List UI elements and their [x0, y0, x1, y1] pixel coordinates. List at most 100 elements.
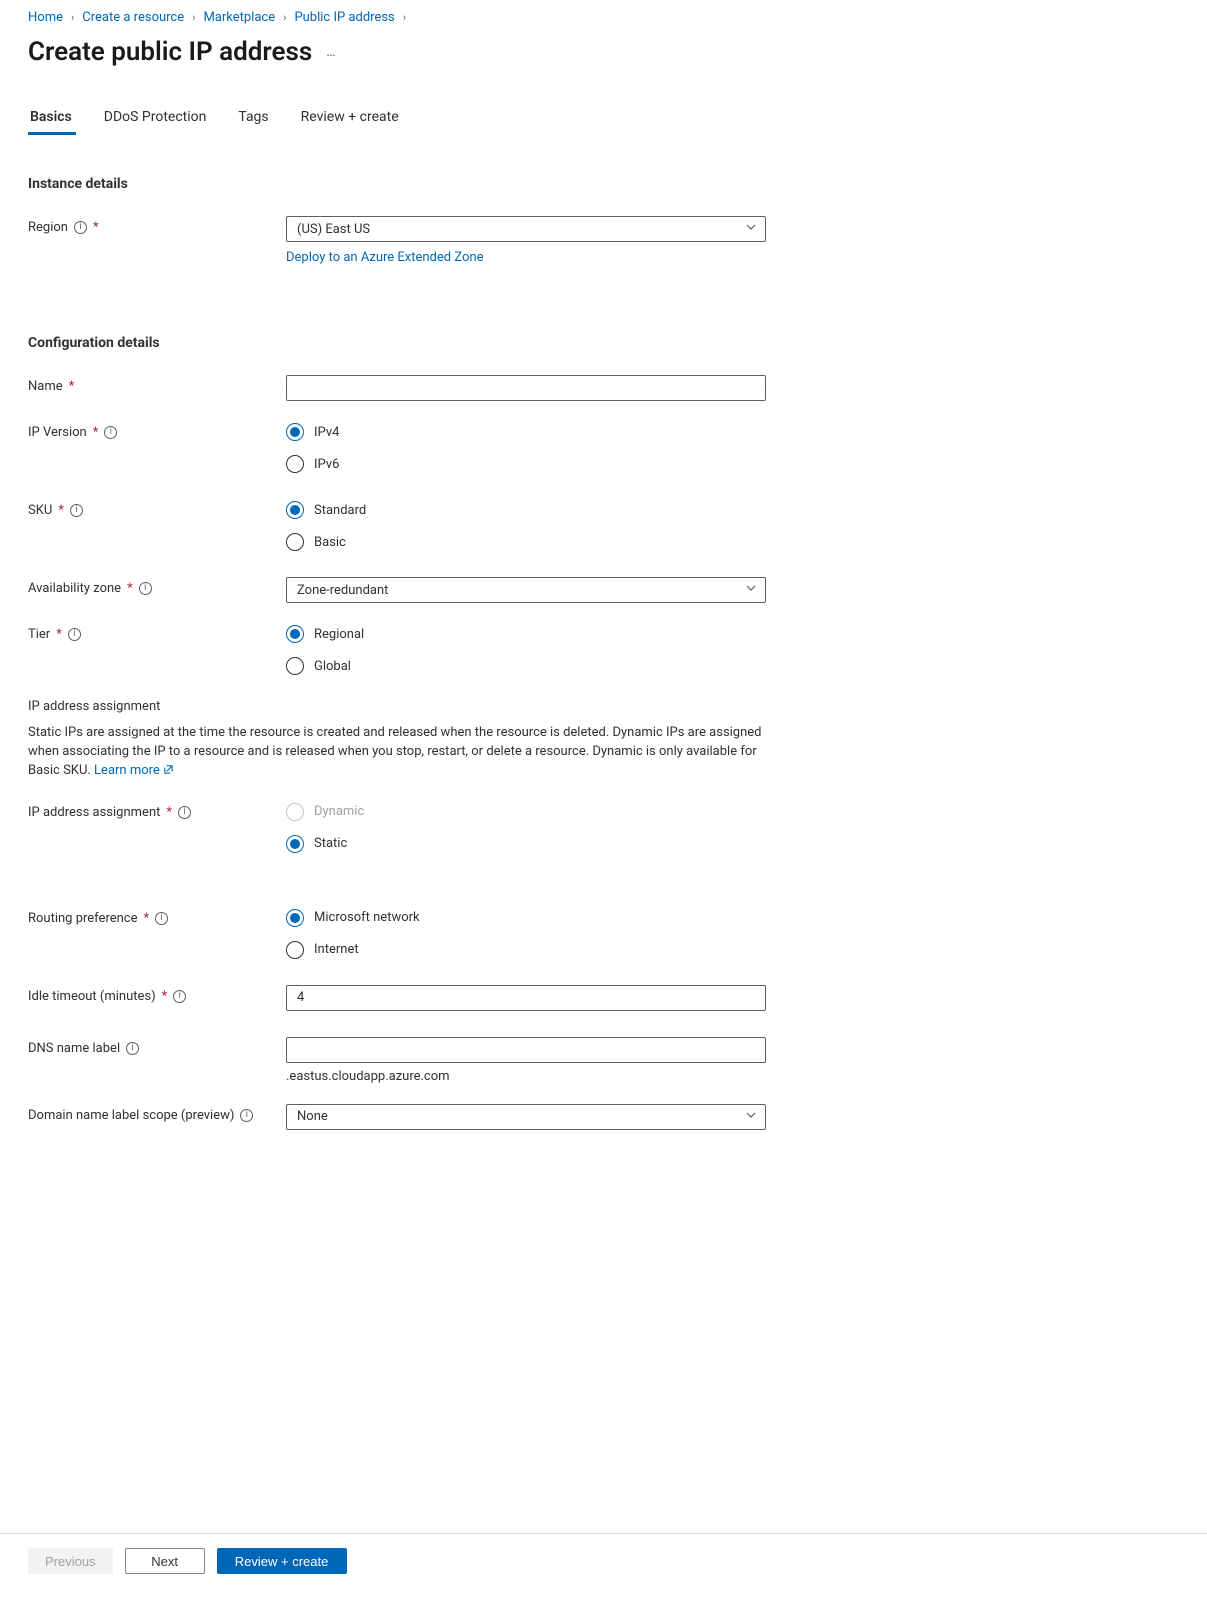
- info-icon[interactable]: i: [68, 628, 81, 641]
- tab-ddos-protection[interactable]: DDoS Protection: [102, 103, 209, 133]
- chevron-right-icon: ›: [192, 11, 195, 24]
- info-icon[interactable]: i: [104, 426, 117, 439]
- page-title: Create public IP address: [28, 37, 312, 67]
- radio-routing-internet[interactable]: Internet: [286, 941, 766, 959]
- breadcrumb-home[interactable]: Home: [28, 10, 63, 25]
- learn-more-link[interactable]: Learn more: [94, 763, 174, 778]
- previous-button[interactable]: Previous: [28, 1548, 113, 1574]
- radio-label: IPv6: [314, 457, 339, 472]
- footer: Previous Next Review + create: [0, 1533, 1207, 1600]
- radio-icon: [286, 803, 304, 821]
- radio-label: Global: [314, 659, 351, 674]
- radio-tier-regional[interactable]: Regional: [286, 625, 766, 643]
- more-icon[interactable]: …: [326, 44, 337, 60]
- dns-name-label-label: DNS name label: [28, 1041, 120, 1056]
- tabs: Basics DDoS Protection Tags Review + cre…: [28, 103, 1179, 134]
- chevron-down-icon: [745, 221, 757, 237]
- region-label: Region: [28, 220, 68, 235]
- radio-label: Regional: [314, 627, 364, 642]
- review-create-button[interactable]: Review + create: [217, 1548, 347, 1574]
- radio-label: Static: [314, 836, 347, 851]
- tab-tags[interactable]: Tags: [236, 103, 270, 133]
- ip-assignment-help-text: Static IPs are assigned at the time the …: [28, 724, 768, 781]
- required-icon: *: [93, 220, 99, 235]
- info-icon[interactable]: i: [74, 221, 87, 234]
- radio-label: Basic: [314, 535, 346, 550]
- radio-icon: [286, 533, 304, 551]
- region-select[interactable]: (US) East US: [286, 216, 766, 242]
- required-icon: *: [56, 627, 62, 642]
- external-link-icon: [163, 763, 174, 774]
- required-icon: *: [166, 805, 172, 820]
- radio-label: Microsoft network: [314, 910, 420, 925]
- breadcrumb-create-resource[interactable]: Create a resource: [82, 10, 184, 25]
- radio-ipv6[interactable]: IPv6: [286, 455, 766, 473]
- ip-assignment-label: IP address assignment: [28, 805, 160, 820]
- chevron-right-icon: ›: [71, 11, 74, 24]
- info-icon[interactable]: i: [126, 1042, 139, 1055]
- availability-zone-select[interactable]: Zone-redundant: [286, 577, 766, 603]
- radio-icon: [286, 455, 304, 473]
- radio-ipv4[interactable]: IPv4: [286, 423, 766, 441]
- required-icon: *: [127, 581, 133, 596]
- radio-icon: [286, 501, 304, 519]
- radio-label: Standard: [314, 503, 366, 518]
- ip-assignment-sub-heading: IP address assignment: [28, 699, 1179, 714]
- tab-basics[interactable]: Basics: [28, 103, 74, 133]
- section-instance-details: Instance details: [28, 170, 1179, 192]
- radio-icon: [286, 941, 304, 959]
- routing-preference-label: Routing preference: [28, 911, 138, 926]
- info-icon[interactable]: i: [178, 806, 191, 819]
- tier-label: Tier: [28, 627, 50, 642]
- name-input[interactable]: [286, 375, 766, 401]
- chevron-right-icon: ›: [283, 11, 286, 24]
- idle-timeout-input[interactable]: 4: [286, 985, 766, 1011]
- availability-zone-label: Availability zone: [28, 581, 121, 596]
- radio-assignment-dynamic: Dynamic: [286, 803, 766, 821]
- sku-label: SKU: [28, 503, 52, 518]
- required-icon: *: [162, 989, 168, 1004]
- radio-sku-standard[interactable]: Standard: [286, 501, 766, 519]
- region-selected-value: (US) East US: [297, 222, 370, 237]
- required-icon: *: [93, 425, 99, 440]
- ip-version-label: IP Version: [28, 425, 87, 440]
- info-icon[interactable]: i: [173, 990, 186, 1003]
- radio-sku-basic[interactable]: Basic: [286, 533, 766, 551]
- info-icon[interactable]: i: [155, 912, 168, 925]
- breadcrumb: Home › Create a resource › Marketplace ›…: [28, 10, 1179, 25]
- chevron-right-icon: ›: [403, 11, 406, 24]
- info-icon[interactable]: i: [240, 1109, 253, 1122]
- deploy-extended-zone-link[interactable]: Deploy to an Azure Extended Zone: [286, 250, 483, 265]
- dns-suffix-text: .eastus.cloudapp.azure.com: [286, 1069, 766, 1084]
- tab-review-create[interactable]: Review + create: [299, 103, 401, 133]
- radio-assignment-static[interactable]: Static: [286, 835, 766, 853]
- chevron-down-icon: [745, 1109, 757, 1125]
- required-icon: *: [144, 911, 150, 926]
- required-icon: *: [69, 379, 75, 394]
- domain-scope-selected-value: None: [297, 1109, 328, 1124]
- domain-scope-label: Domain name label scope (preview): [28, 1108, 234, 1123]
- radio-routing-microsoft[interactable]: Microsoft network: [286, 909, 766, 927]
- radio-label: Internet: [314, 942, 359, 957]
- dns-name-label-input[interactable]: [286, 1037, 766, 1063]
- radio-label: Dynamic: [314, 804, 364, 819]
- info-icon[interactable]: i: [139, 582, 152, 595]
- info-icon[interactable]: i: [70, 504, 83, 517]
- idle-timeout-label: Idle timeout (minutes): [28, 989, 156, 1004]
- breadcrumb-public-ip[interactable]: Public IP address: [294, 10, 394, 25]
- radio-label: IPv4: [314, 425, 339, 440]
- domain-scope-select[interactable]: None: [286, 1104, 766, 1130]
- radio-icon: [286, 625, 304, 643]
- radio-icon: [286, 423, 304, 441]
- radio-tier-global[interactable]: Global: [286, 657, 766, 675]
- radio-icon: [286, 657, 304, 675]
- radio-icon: [286, 909, 304, 927]
- radio-icon: [286, 835, 304, 853]
- name-label: Name: [28, 379, 63, 394]
- section-configuration-details: Configuration details: [28, 329, 1179, 351]
- next-button[interactable]: Next: [125, 1548, 205, 1574]
- breadcrumb-marketplace[interactable]: Marketplace: [203, 10, 275, 25]
- availability-zone-selected-value: Zone-redundant: [297, 583, 388, 598]
- required-icon: *: [58, 503, 64, 518]
- chevron-down-icon: [745, 582, 757, 598]
